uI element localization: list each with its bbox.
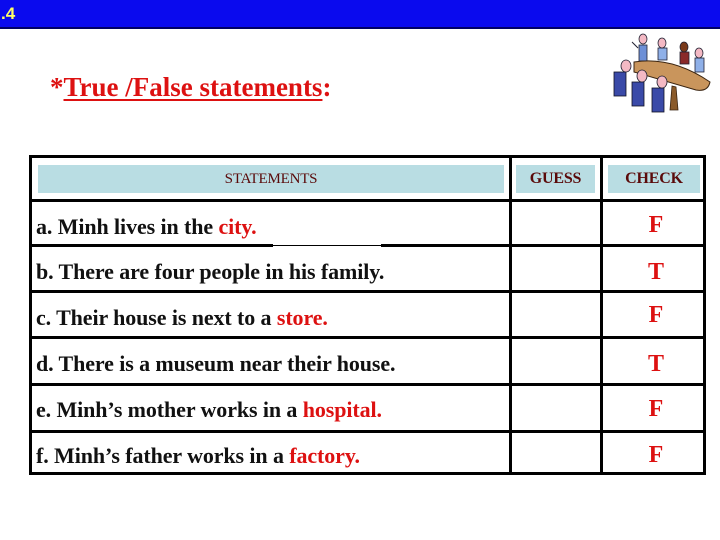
- statement-f: f. Minh’s father works in a factory.: [36, 443, 360, 469]
- statement-text: f. Minh’s father works in a: [36, 443, 290, 468]
- title-suffix: :: [322, 72, 332, 102]
- answer-word: factory.: [289, 443, 360, 468]
- row-divider: [32, 383, 703, 386]
- column-divider: [600, 158, 603, 472]
- header-guess: GUESS: [516, 165, 595, 193]
- meeting-table-clipart-icon: [613, 33, 711, 113]
- page-title: *True /False statements:: [50, 72, 331, 103]
- answer-word: store.: [276, 305, 328, 330]
- guess-cell-a[interactable]: [512, 202, 600, 244]
- answer-blank-underline: [273, 245, 381, 246]
- statement-text: c. Their house is next to a: [36, 305, 277, 330]
- check-cell-b: T: [647, 259, 664, 285]
- true-false-table: STATEMENTS GUESS CHECK a. Minh lives in …: [29, 155, 706, 475]
- guess-cell-d[interactable]: [512, 339, 600, 383]
- check-cell-f: F: [648, 442, 664, 468]
- row-divider: [32, 336, 703, 339]
- guess-cell-f[interactable]: [512, 433, 600, 475]
- statement-text: e. Minh’s mother works in a: [36, 397, 303, 422]
- header-statements: STATEMENTS: [38, 165, 504, 193]
- title-text: True /False statements: [63, 72, 323, 102]
- header-check: CHECK: [608, 165, 700, 193]
- title-prefix: *: [50, 72, 64, 102]
- check-cell-a: F: [648, 212, 664, 238]
- row-divider: [32, 290, 703, 293]
- statement-text: b. There are four people in his family.: [36, 259, 385, 284]
- top-bar: .4: [0, 0, 720, 29]
- check-cell-d: T: [647, 351, 664, 377]
- guess-cell-e[interactable]: [512, 386, 600, 430]
- guess-cell-c[interactable]: [512, 293, 600, 336]
- answer-word: hospital.: [302, 397, 382, 422]
- statement-text: d. There is a museum near their house.: [36, 351, 396, 376]
- answer-word: city.: [218, 214, 257, 239]
- guess-cell-b[interactable]: [512, 247, 600, 290]
- slide-number: .4: [1, 4, 16, 23]
- statement-a: a. Minh lives in the city.: [36, 214, 257, 240]
- statement-e: e. Minh’s mother works in a hospital.: [36, 397, 382, 423]
- check-cell-c: F: [648, 302, 664, 328]
- statement-text: a. Minh lives in the: [36, 214, 219, 239]
- row-divider: [32, 430, 703, 433]
- statement-d: d. There is a museum near their house.: [36, 351, 396, 377]
- statement-b: b. There are four people in his family.: [36, 259, 384, 285]
- statement-c: c. Their house is next to a store.: [36, 305, 328, 331]
- check-cell-e: F: [648, 396, 664, 422]
